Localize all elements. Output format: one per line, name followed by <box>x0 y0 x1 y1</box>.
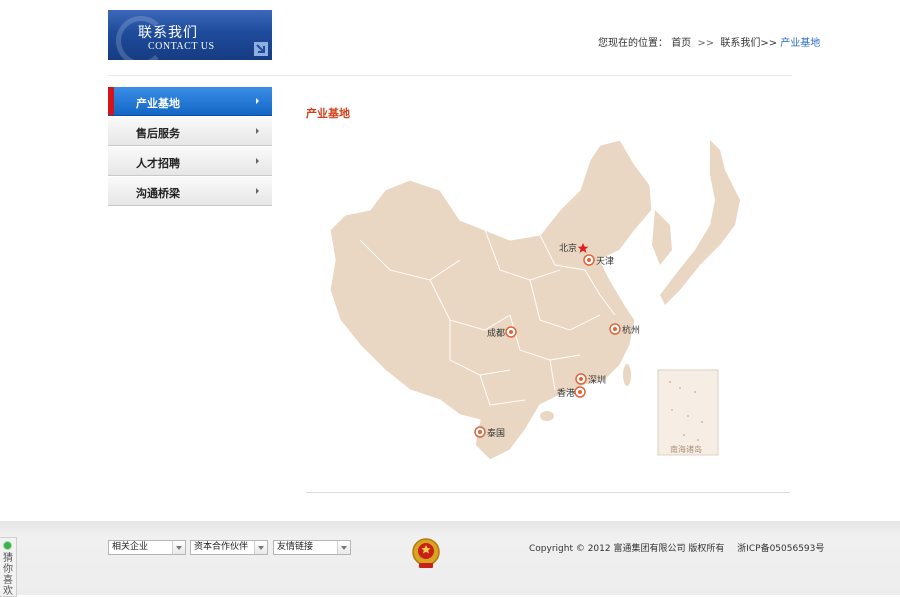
sidebar-item-label: 人才招聘 <box>136 157 180 170</box>
breadcrumb-prefix: 您现在的位置： <box>598 38 668 49</box>
select-value: 相关企业 <box>112 542 149 552</box>
taiwan-island <box>623 364 631 386</box>
base-marker-hangzhou[interactable]: 杭州 <box>609 323 640 336</box>
banner-title-cn: 联系我们 <box>138 25 198 41</box>
breadcrumb-current: 产业基地 <box>780 38 821 49</box>
content-divider <box>306 492 790 493</box>
chevron-down-icon <box>172 541 185 554</box>
base-marker-chengdu[interactable]: 成都 <box>487 326 517 339</box>
sidebar-item-communication[interactable]: 沟通桥梁 <box>108 177 272 206</box>
svg-text:深圳: 深圳 <box>588 375 606 386</box>
svg-text:泰国: 泰国 <box>487 427 505 439</box>
sidebar-item-recruitment[interactable]: 人才招聘 <box>108 147 272 176</box>
map-shade <box>300 280 500 475</box>
icp-number-link[interactable]: 浙ICP备05056593号 <box>737 544 824 554</box>
friend-links-select[interactable]: 友情链接 <box>273 540 351 555</box>
south-sea-inset <box>657 369 719 456</box>
svg-text:香港: 香港 <box>557 387 575 399</box>
japan-shape <box>660 140 740 305</box>
sidebar-nav: 产业基地 售后服务 人才招聘 沟通桥梁 <box>108 87 272 207</box>
breadcrumb-home-link[interactable]: 首页 <box>671 38 691 49</box>
sidebar-item-label: 售后服务 <box>136 127 180 140</box>
footer: 相关企业 资本合作伙伴 友情链接 Copyright © 2012 富通集团有限… <box>0 521 900 595</box>
inset-label: 南海诸岛 <box>670 444 702 454</box>
korea-shape <box>652 210 672 265</box>
hainan-island <box>540 411 554 421</box>
related-companies-select[interactable]: 相关企业 <box>108 540 186 555</box>
header-divider <box>108 75 792 76</box>
breadcrumb: 您现在的位置： 首页 >> 联系我们>> 产业基地 <box>598 34 820 49</box>
chevron-right-icon <box>256 188 259 194</box>
sidebar-item-after-sales[interactable]: 售后服务 <box>108 117 272 146</box>
capital-partners-select[interactable]: 资本合作伙伴 <box>190 540 268 555</box>
china-base-map: 南海诸岛 北京 天津 成都 杭州 深圳 香港 泰国 <box>300 139 740 475</box>
chevron-right-icon <box>256 98 259 104</box>
svg-text:杭州: 杭州 <box>622 324 640 336</box>
breadcrumb-separator: >> <box>697 38 715 49</box>
copyright-owner: Copyright © 2012 富通集团有限公司 版权所有 <box>529 544 725 554</box>
select-value: 资本合作伙伴 <box>194 542 249 552</box>
svg-text:天津: 天津 <box>596 256 614 267</box>
contact-us-banner: 联系我们 CONTACT US <box>108 10 272 60</box>
base-marker-thailand[interactable]: 泰国 <box>474 426 505 439</box>
copyright-text: Copyright © 2012 富通集团有限公司 版权所有 浙ICP备0505… <box>529 541 824 554</box>
float-tab-text: 猜你喜欢 <box>3 553 13 597</box>
sidebar-item-label: 产业基地 <box>136 97 180 110</box>
police-emblem-icon[interactable] <box>410 536 442 570</box>
chevron-right-icon <box>256 158 259 164</box>
banner-title-en: CONTACT US <box>148 41 215 52</box>
capital-label: 北京 <box>559 242 577 254</box>
sidebar-item-label: 沟通桥梁 <box>136 187 180 200</box>
page-title: 产业基地 <box>306 107 350 120</box>
breadcrumb-section-link[interactable]: 联系我们 <box>720 38 760 49</box>
recommendation-float-tab[interactable]: 猜你喜欢 <box>0 537 17 597</box>
chevron-down-icon <box>337 541 350 554</box>
sidebar-item-industrial-base[interactable]: 产业基地 <box>108 87 272 116</box>
svg-text:成都: 成都 <box>487 327 505 339</box>
breadcrumb-separator: >> <box>760 38 778 49</box>
chevron-right-icon <box>256 128 259 134</box>
chevron-down-icon <box>254 541 267 554</box>
base-marker-hongkong[interactable]: 香港 <box>557 386 586 399</box>
online-status-icon <box>4 542 11 549</box>
base-marker-tianjin[interactable]: 天津 <box>583 254 614 267</box>
base-marker-shenzhen[interactable]: 深圳 <box>575 373 606 386</box>
select-value: 友情链接 <box>277 542 314 552</box>
arrow-corner-icon <box>254 42 268 56</box>
